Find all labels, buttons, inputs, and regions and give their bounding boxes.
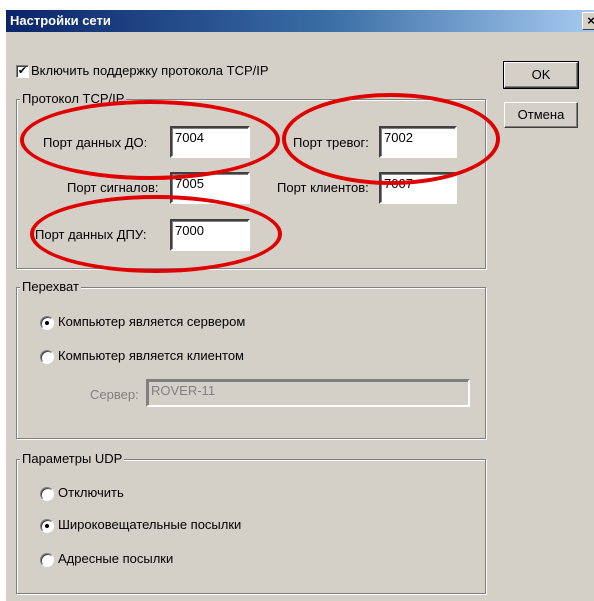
server-field-label: Сервер: [90,387,139,402]
udp-address-radio[interactable] [40,553,54,567]
udp-broadcast-label: Широковещательные посылки [58,517,242,532]
port-alarm-input[interactable]: 7002 [379,126,457,158]
port-dpu-input[interactable]: 7000 [170,219,250,251]
intercept-group [16,287,486,439]
udp-address-label: Адресные посылки [58,551,174,566]
port-alarm-label: Порт тревог: [293,135,369,150]
check-mark-icon: ✔ [17,65,28,77]
port-do-input[interactable]: 7004 [170,126,250,158]
port-clients-input[interactable]: 7007 [379,172,457,204]
port-signals-input[interactable]: 7005 [170,172,250,204]
cancel-button[interactable]: Отмена [504,102,578,128]
enable-tcp-label: Включить поддержку протокола TCP/IP [31,63,269,78]
udp-group-legend: Параметры UDP [20,451,125,466]
title-bar[interactable]: Настройки сети × [6,10,594,32]
tcp-group-legend: Протокол TCP/IP [20,91,127,106]
intercept-group-legend: Перехват [20,279,81,294]
enable-tcp-checkbox[interactable]: ✔ [16,65,29,78]
udp-off-radio[interactable] [40,487,54,501]
radio-selected-dot [45,524,49,528]
window-title: Настройки сети [10,13,111,28]
close-button[interactable]: × [582,12,594,30]
udp-off-label: Отключить [58,485,124,500]
server-radio-label: Компьютер является сервером [58,314,246,329]
port-dpu-label: Порт данных ДПУ: [35,227,147,242]
network-settings-dialog: Настройки сети × ✔ Включить поддержку пр… [6,10,594,601]
port-clients-label: Порт клиентов: [277,180,369,195]
radio-selected-dot [45,321,49,325]
client-radio[interactable] [40,350,54,364]
client-radio-label: Компьютер является клиентом [58,348,244,363]
ok-button[interactable]: OK [503,61,579,89]
server-radio[interactable] [40,316,54,330]
server-name-input: ROVER-11 [146,379,470,407]
port-signals-label: Порт сигналов: [67,180,159,195]
port-do-label: Порт данных ДО: [43,135,148,150]
udp-broadcast-radio[interactable] [40,519,54,533]
